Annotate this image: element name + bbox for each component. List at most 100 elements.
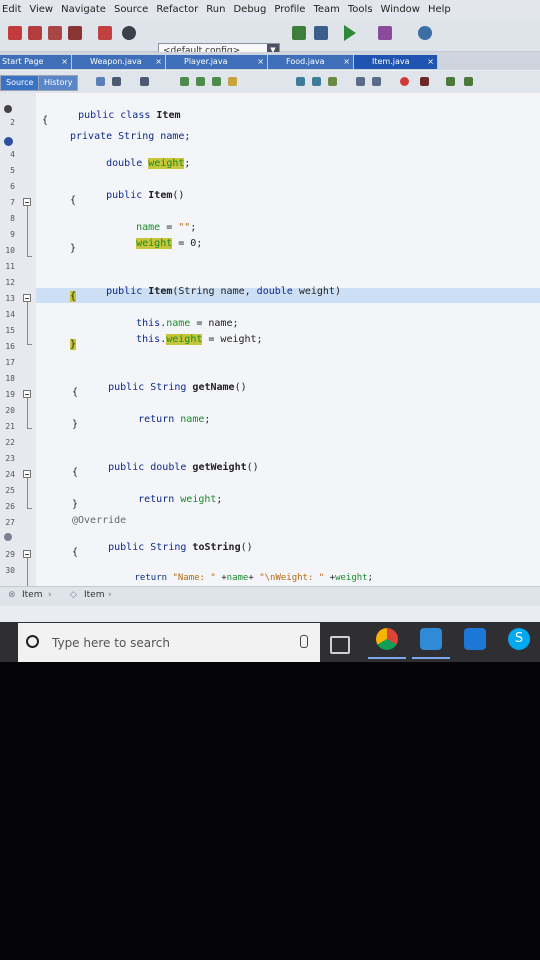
new-project-icon[interactable] <box>8 26 22 40</box>
menu-refactor[interactable]: Refactor <box>156 4 198 15</box>
save-all-icon[interactable] <box>68 26 82 40</box>
skype-icon[interactable]: S <box>508 628 530 650</box>
chevron-right-icon: › <box>108 590 112 600</box>
profile-icon[interactable] <box>418 26 432 40</box>
menu-view[interactable]: View <box>29 4 53 15</box>
debug-icon[interactable] <box>378 26 392 40</box>
fold-toggle[interactable] <box>23 550 31 558</box>
find-icon[interactable] <box>180 77 189 86</box>
file-explorer-icon[interactable] <box>420 628 442 650</box>
source-tab[interactable]: Source <box>0 75 40 91</box>
shift-left-icon[interactable] <box>356 77 365 86</box>
toggle-bookmark-icon[interactable] <box>328 77 337 86</box>
close-icon[interactable]: × <box>155 55 162 69</box>
line-number: 5 <box>10 166 15 175</box>
chrome-icon[interactable] <box>376 628 398 650</box>
code-line-13: { <box>70 291 77 302</box>
hammer-icon[interactable] <box>292 26 306 40</box>
code-line-2: { <box>42 115 48 126</box>
line-number: 8 <box>10 214 15 223</box>
undo-icon[interactable] <box>98 26 112 40</box>
start-macro-icon[interactable] <box>400 77 409 86</box>
history-tab[interactable]: History <box>38 75 79 91</box>
tab-label: Start Page <box>2 57 44 66</box>
menu-team[interactable]: Team <box>313 4 339 15</box>
menu-edit[interactable]: Edit <box>2 4 21 15</box>
main-toolbar: <default config> ▼ <box>0 19 540 57</box>
code-token: + <box>324 573 336 583</box>
class-marker-icon <box>4 105 12 113</box>
redo-icon[interactable] <box>122 26 136 40</box>
code-line-18: public String getName() <box>72 371 247 404</box>
find-previous-icon[interactable] <box>196 77 205 86</box>
menu-tools[interactable]: Tools <box>348 4 373 15</box>
start-button[interactable] <box>0 622 18 662</box>
menu-navigate[interactable]: Navigate <box>61 4 106 15</box>
line-number: 23 <box>5 454 15 463</box>
shift-right-icon[interactable] <box>372 77 381 86</box>
forward-icon[interactable] <box>140 77 149 86</box>
close-icon[interactable]: × <box>61 55 68 69</box>
toggle-highlight-icon[interactable] <box>228 77 237 86</box>
menu-debug[interactable]: Debug <box>233 4 266 15</box>
new-file-icon[interactable] <box>28 26 42 40</box>
microphone-icon[interactable] <box>300 635 308 648</box>
code-token: "Name: " <box>172 573 216 583</box>
fold-toggle[interactable] <box>23 294 31 302</box>
prev-bookmark-icon[interactable] <box>296 77 305 86</box>
code-line-4: double weight; <box>70 147 190 180</box>
fold-guide <box>27 508 32 509</box>
tab-weapon-java[interactable]: Weapon.java × <box>72 55 166 69</box>
stop-macro-icon[interactable] <box>420 77 429 86</box>
clean-build-icon[interactable] <box>314 26 328 40</box>
code-line-7: { <box>70 195 76 206</box>
tab-player-java[interactable]: Player.java × <box>166 55 268 69</box>
code-line-16: } <box>70 339 77 350</box>
tab-food-java[interactable]: Food.java × <box>268 55 354 69</box>
taskbar-search[interactable]: Type here to search <box>18 623 320 662</box>
find-next-icon[interactable] <box>212 77 221 86</box>
fold-toggle[interactable] <box>23 390 31 398</box>
code-token: Item <box>148 286 173 297</box>
back-icon[interactable] <box>112 77 121 86</box>
menu-bar: Edit View Navigate Source Refactor Run D… <box>0 0 540 19</box>
run-icon[interactable] <box>344 25 356 41</box>
last-edit-icon[interactable] <box>96 77 105 86</box>
line-number: 2 <box>10 118 15 127</box>
tab-start-page[interactable]: Start Page × <box>0 55 72 69</box>
next-bookmark-icon[interactable] <box>312 77 321 86</box>
editor-toolbar: Source History <box>0 71 540 94</box>
fold-guide <box>27 206 28 256</box>
code-token: { <box>72 467 79 478</box>
uncomment-icon[interactable] <box>464 77 473 86</box>
code-token: weight) <box>292 286 341 297</box>
menu-help[interactable]: Help <box>428 4 451 15</box>
menu-window[interactable]: Window <box>381 4 420 15</box>
close-icon[interactable]: × <box>427 55 434 69</box>
line-number: 26 <box>5 502 15 511</box>
store-icon[interactable] <box>464 628 486 650</box>
fold-toggle[interactable] <box>23 198 31 206</box>
editor-tabs: Start Page × Weapon.java × Player.java × Fo… <box>0 52 540 70</box>
tab-item-java[interactable]: Item.java × <box>354 55 438 69</box>
menu-source[interactable]: Source <box>114 4 148 15</box>
breadcrumb-item[interactable]: Item <box>22 590 43 600</box>
screen: Edit View Navigate Source Refactor Run D… <box>0 0 540 662</box>
open-project-icon[interactable] <box>48 26 62 40</box>
close-icon[interactable]: × <box>257 55 264 69</box>
close-icon[interactable]: × <box>343 55 350 69</box>
comment-icon[interactable] <box>446 77 455 86</box>
breadcrumb-item[interactable]: Item <box>84 590 105 600</box>
code-token: private String name; <box>70 131 191 142</box>
task-view-icon[interactable] <box>330 636 350 654</box>
override-marker-icon <box>4 533 12 541</box>
line-number: 24 <box>5 470 15 479</box>
code-line-20: return name; <box>102 403 210 436</box>
method-icon: ◇ <box>70 590 77 600</box>
code-token: public double <box>108 462 193 473</box>
menu-profile[interactable]: Profile <box>274 4 305 15</box>
code-editor[interactable]: public class Item { private String name;… <box>36 93 540 586</box>
cortana-icon <box>26 635 39 648</box>
menu-run[interactable]: Run <box>206 4 225 15</box>
fold-toggle[interactable] <box>23 470 31 478</box>
